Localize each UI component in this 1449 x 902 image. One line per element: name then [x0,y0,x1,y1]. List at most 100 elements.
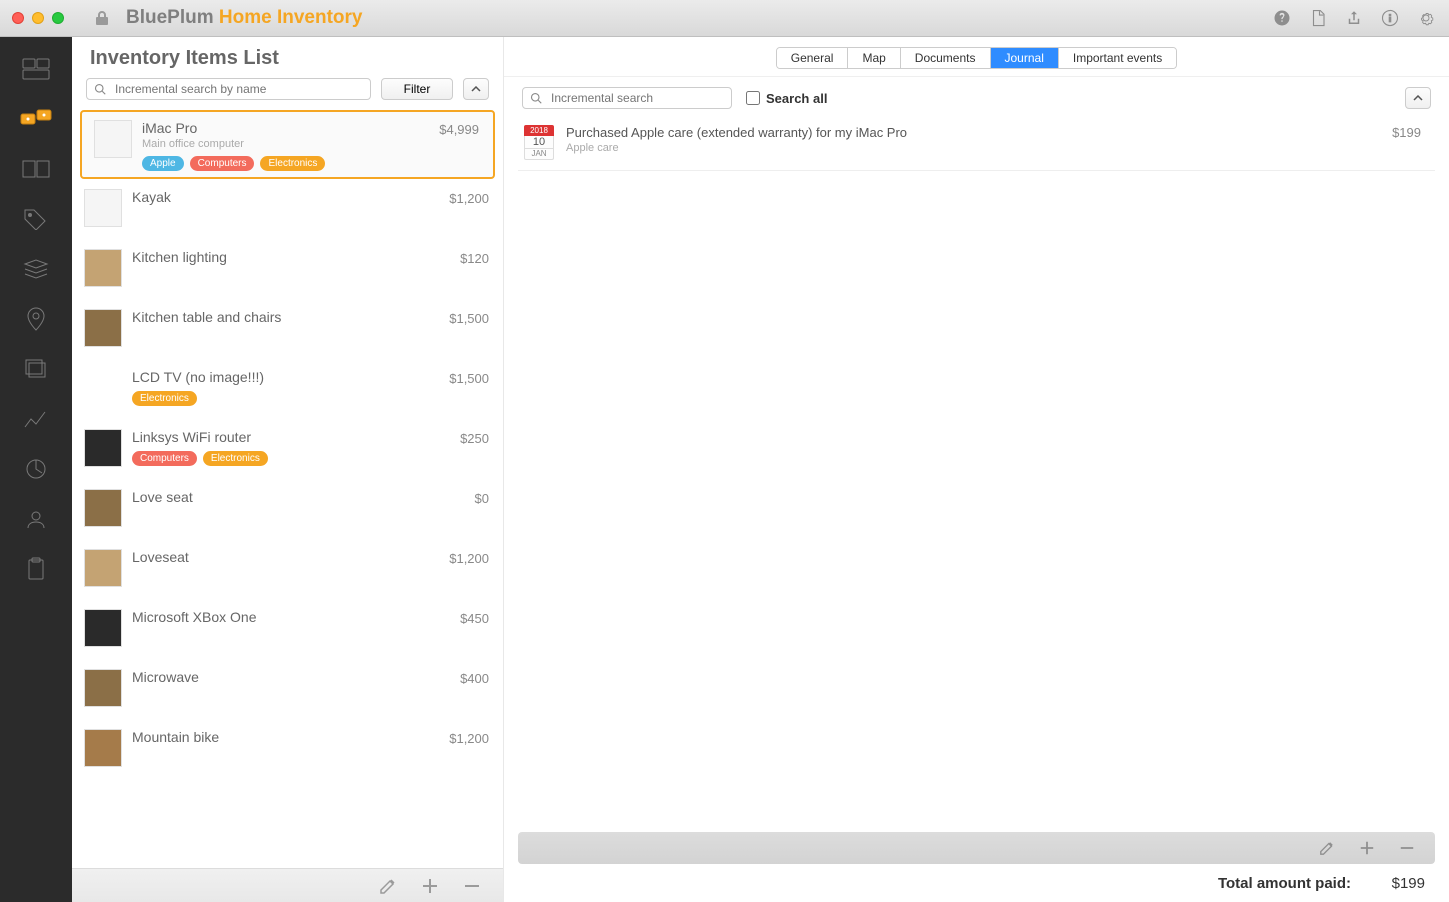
sidebar-dashboard[interactable] [16,55,56,83]
list-item[interactable]: Kitchen table and chairs $1,500 [72,301,503,361]
item-name: Kitchen table and chairs [132,309,439,325]
sidebar-tags[interactable] [16,205,56,233]
sidebar-clipboard[interactable] [16,555,56,583]
tab-general[interactable]: General [777,48,849,68]
item-name: Microwave [132,669,450,685]
info-icon[interactable] [1381,9,1399,27]
item-name: Microsoft XBox One [132,609,450,625]
sidebar-catalog[interactable] [16,155,56,183]
list-item[interactable]: Mountain bike $1,200 [72,721,503,781]
sidebar [0,37,72,902]
journal-amount: $199 [1384,125,1429,140]
item-thumbnail [84,489,122,527]
sidebar-inventory[interactable] [16,105,56,133]
journal-entry[interactable]: 201810JANPurchased Apple care (extended … [518,117,1435,171]
item-price: $0 [475,489,489,506]
tag-electronics[interactable]: Electronics [132,391,197,406]
tag-computers[interactable]: Computers [132,451,197,466]
item-price: $1,200 [449,729,489,746]
add-journal-button[interactable] [1359,840,1375,856]
item-name: Mountain bike [132,729,439,745]
journal-collapse-button[interactable] [1405,87,1431,109]
tag-electronics[interactable]: Electronics [260,156,325,171]
item-name: LCD TV (no image!!!) [132,369,439,385]
list-item[interactable]: Love seat $0 [72,481,503,541]
minimize-window-button[interactable] [32,12,44,24]
list-search-input[interactable] [86,78,371,100]
journal-search-input[interactable] [522,87,732,109]
item-name: iMac Pro [142,120,429,136]
detail-pane: GeneralMapDocumentsJournalImportant even… [504,37,1449,902]
help-icon[interactable] [1273,9,1291,27]
traffic-lights [0,12,64,24]
item-price: $4,999 [439,120,479,137]
list-item[interactable]: Linksys WiFi routerComputersElectronics$… [72,421,503,481]
tag-electronics[interactable]: Electronics [203,451,268,466]
sidebar-stacks[interactable] [16,255,56,283]
total-label: Total amount paid: [1218,875,1351,892]
list-item[interactable]: LCD TV (no image!!!)Electronics$1,500 [72,361,503,421]
item-price: $1,500 [449,309,489,326]
item-price: $1,200 [449,549,489,566]
item-thumbnail [84,669,122,707]
tab-important-events[interactable]: Important events [1059,48,1176,68]
detail-tabs: GeneralMapDocumentsJournalImportant even… [776,47,1178,69]
close-window-button[interactable] [12,12,24,24]
sidebar-contacts[interactable] [16,505,56,533]
item-name: Kayak [132,189,439,205]
item-thumbnail [84,609,122,647]
item-price: $450 [460,609,489,626]
lock-icon[interactable] [82,10,122,26]
document-icon[interactable] [1309,9,1327,27]
list-item[interactable]: iMac Pro Main office computer Apple Compute… [80,110,495,179]
item-thumbnail [84,249,122,287]
fullscreen-window-button[interactable] [52,12,64,24]
remove-journal-button[interactable] [1399,840,1415,856]
tag-computers[interactable]: Computers [190,156,255,171]
sidebar-locations[interactable] [16,305,56,333]
tab-journal[interactable]: Journal [991,48,1059,68]
titlebar: BluePlum Home Inventory [0,0,1449,37]
app-title: BluePlum Home Inventory [126,7,363,29]
list-collapse-button[interactable] [463,78,489,100]
sidebar-summary[interactable] [16,455,56,483]
item-name: Love seat [132,489,465,505]
list-item[interactable]: Kayak $1,200 [72,181,503,241]
share-icon[interactable] [1345,9,1363,27]
item-thumbnail [94,120,132,158]
item-price: $400 [460,669,489,686]
item-thumbnail [84,429,122,467]
item-name: Linksys WiFi router [132,429,450,445]
item-price: $120 [460,249,489,266]
edit-item-button[interactable] [379,877,397,895]
tab-map[interactable]: Map [848,48,900,68]
search-all-checkbox[interactable] [746,91,760,105]
item-subtitle: Main office computer [142,138,429,150]
list-search-field[interactable] [86,78,371,100]
item-thumbnail [84,729,122,767]
journal-search-field[interactable] [522,87,732,109]
add-item-button[interactable] [421,877,439,895]
remove-item-button[interactable] [463,877,481,895]
inventory-list[interactable]: iMac Pro Main office computer Apple Compute… [72,108,503,868]
journal-subtitle: Apple care [566,142,1372,154]
item-name: Loveseat [132,549,439,565]
sidebar-reports[interactable] [16,405,56,433]
tab-documents[interactable]: Documents [901,48,991,68]
item-thumbnail [84,189,122,227]
sidebar-collections[interactable] [16,355,56,383]
tag-apple[interactable]: Apple [142,156,184,171]
list-item[interactable]: Loveseat $1,200 [72,541,503,601]
edit-journal-button[interactable] [1319,840,1335,856]
item-price: $1,200 [449,189,489,206]
list-item[interactable]: Kitchen lighting $120 [72,241,503,301]
total-value: $199 [1371,875,1425,892]
list-item[interactable]: Microsoft XBox One $450 [72,601,503,661]
list-item[interactable]: Microwave $400 [72,661,503,721]
journal-list[interactable]: 201810JANPurchased Apple care (extended … [504,117,1449,832]
settings-icon[interactable] [1417,9,1435,27]
filter-button[interactable]: Filter [381,78,453,100]
inventory-list-pane: Inventory Items List Filter iMac ProMain… [72,37,504,902]
journal-title: Purchased Apple care (extended warranty)… [566,125,1372,140]
item-name: Kitchen lighting [132,249,450,265]
